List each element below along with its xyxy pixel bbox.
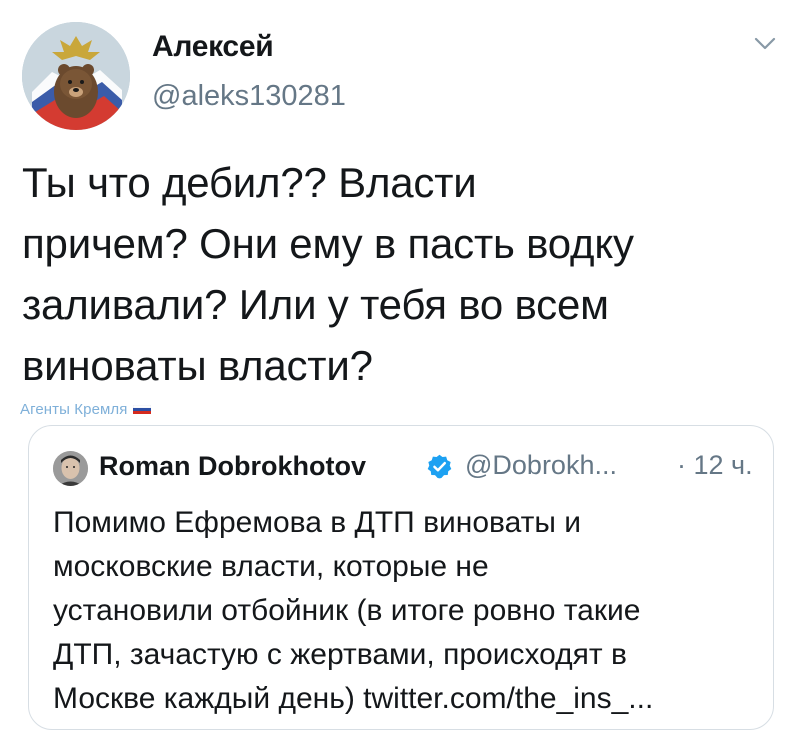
chevron-down-icon[interactable] bbox=[752, 30, 778, 56]
tweet-text-line: заливали? Или у тебя во всем bbox=[22, 281, 609, 328]
quoted-author-name[interactable]: Roman Dobrokhotov bbox=[99, 451, 366, 482]
author-handle[interactable]: @aleks130281 bbox=[152, 80, 346, 113]
quoted-text-line: московские власти, которые не bbox=[53, 550, 489, 583]
quoted-tweet-text: Помимо Ефремова в ДТП виноваты и московс… bbox=[53, 501, 763, 721]
tweet-text-line: виноваты власти? bbox=[22, 342, 373, 389]
watermark: Агенты Кремля bbox=[20, 401, 151, 418]
bear-with-flag-avatar-image bbox=[22, 22, 130, 130]
tweet-text-line: причем? Они ему в пасть водку bbox=[22, 220, 634, 267]
russian-flag-icon bbox=[132, 405, 151, 414]
quoted-text-line: Москве каждый день) twitter.com/the_ins_… bbox=[53, 682, 654, 715]
verified-badge-icon bbox=[426, 453, 453, 480]
quoted-author-handle[interactable]: @Dobrokh... bbox=[465, 450, 617, 481]
quoted-tweet-timestamp[interactable]: · 12 ч. bbox=[677, 450, 753, 481]
quoted-text-line: установили отбойник (в итоге ровно такие bbox=[53, 594, 641, 627]
tweet-text: Ты что дебил?? Власти причем? Они ему в … bbox=[22, 152, 782, 396]
tweet-text-line: Ты что дебил?? Власти bbox=[22, 159, 477, 206]
quoted-text-line: ДТП, зачастую с жертвами, происходят в bbox=[53, 638, 627, 671]
author-avatar[interactable] bbox=[22, 22, 130, 130]
quoted-text-line: Помимо Ефремова в ДТП виноваты и bbox=[53, 506, 582, 539]
quoted-tweet-card[interactable]: Roman Dobrokhotov @Dobrokh... · 12 ч. По… bbox=[28, 425, 774, 730]
watermark-text: Агенты Кремля bbox=[20, 401, 128, 418]
author-display-name[interactable]: Алексей bbox=[152, 30, 274, 64]
quoted-author-avatar[interactable] bbox=[53, 451, 88, 486]
